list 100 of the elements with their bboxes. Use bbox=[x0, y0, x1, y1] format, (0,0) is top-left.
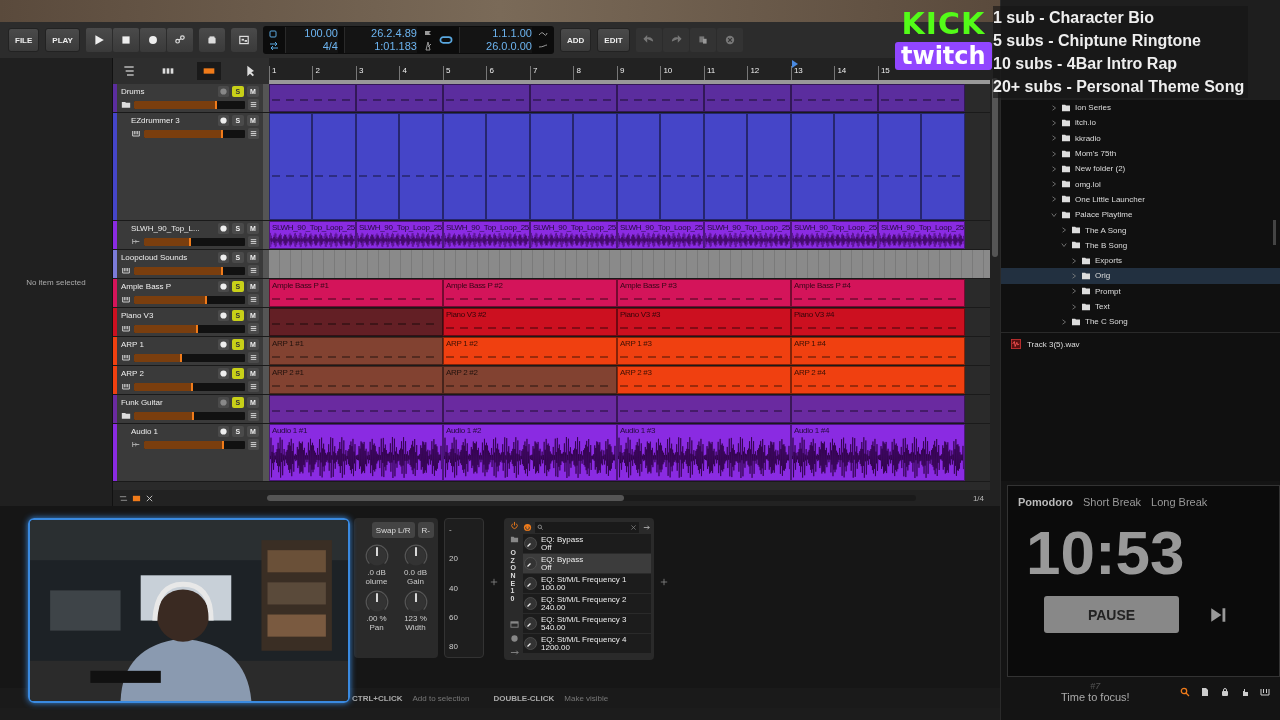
fader-fill[interactable] bbox=[143, 440, 224, 449]
parameter-row[interactable]: EQ: St/M/L Frequency 1 100.00 bbox=[523, 574, 651, 593]
folder-item[interactable]: omg.lol bbox=[1001, 176, 1280, 192]
parameter-row[interactable]: EQ: St/M/L Frequency 4 1200.00 bbox=[523, 634, 651, 653]
record-arm-icon[interactable] bbox=[217, 252, 229, 263]
record-arm-icon[interactable] bbox=[217, 115, 229, 126]
menu-button[interactable]: PLAY bbox=[45, 28, 80, 52]
clip[interactable] bbox=[529, 113, 574, 220]
clip[interactable] bbox=[268, 84, 356, 112]
clip[interactable] bbox=[616, 395, 791, 423]
close-icon[interactable] bbox=[144, 493, 154, 503]
curve-icon[interactable] bbox=[537, 29, 548, 39]
folder-item[interactable]: One Little Launcher bbox=[1001, 191, 1280, 208]
record-arm-icon[interactable] bbox=[217, 223, 229, 234]
clip[interactable] bbox=[921, 113, 965, 220]
meter-readout[interactable]: 4/4 bbox=[322, 40, 338, 53]
loop-end-readout[interactable]: 26.0.0.00 bbox=[486, 40, 532, 53]
folder-item[interactable]: New folder (2) bbox=[1001, 161, 1280, 177]
folder-item[interactable]: Exports bbox=[1001, 252, 1280, 269]
clip[interactable]: ARP 2 #4 bbox=[790, 366, 965, 394]
skip-icon[interactable] bbox=[1209, 605, 1227, 624]
record-icon[interactable] bbox=[139, 28, 166, 52]
clip[interactable] bbox=[268, 308, 443, 336]
clip[interactable]: ARP 2 #3 bbox=[616, 366, 791, 394]
folder-item[interactable]: itch.io bbox=[1001, 115, 1280, 131]
swap-icon[interactable] bbox=[118, 493, 128, 503]
timer-mode-tab[interactable]: Long Break bbox=[1149, 496, 1210, 508]
layout-icon[interactable] bbox=[131, 493, 141, 503]
fader-fill[interactable] bbox=[133, 353, 182, 362]
parameter-row[interactable]: EQ: Bypass Off bbox=[523, 534, 651, 553]
automation-icon[interactable] bbox=[166, 28, 193, 52]
clip[interactable] bbox=[312, 113, 356, 220]
folder-item[interactable]: Palace Playtime bbox=[1001, 207, 1280, 223]
swap-icon[interactable] bbox=[268, 41, 279, 51]
search-icon[interactable] bbox=[537, 523, 544, 531]
arrange-icon[interactable] bbox=[197, 62, 222, 80]
fader-fill[interactable] bbox=[143, 129, 223, 138]
record-arm-icon[interactable] bbox=[217, 426, 229, 437]
clip[interactable] bbox=[442, 395, 617, 423]
chevron-right-icon[interactable] bbox=[1051, 104, 1057, 111]
record-arm-icon[interactable] bbox=[217, 339, 229, 350]
folder-item[interactable]: Ion Series bbox=[1001, 100, 1280, 116]
clip[interactable] bbox=[616, 84, 704, 112]
stop-icon[interactable] bbox=[112, 28, 139, 52]
chevron-right-icon[interactable] bbox=[1051, 196, 1057, 203]
fader-fill[interactable] bbox=[133, 100, 218, 109]
chevron-right-icon[interactable] bbox=[1061, 318, 1067, 325]
lock-icon[interactable] bbox=[1220, 687, 1230, 697]
copy-icon[interactable] bbox=[689, 28, 716, 52]
horizontal-scrollbar[interactable] bbox=[266, 495, 916, 501]
clip[interactable] bbox=[573, 113, 617, 220]
menu-icon[interactable] bbox=[247, 236, 259, 247]
play-icon[interactable] bbox=[85, 28, 112, 52]
fader-fill[interactable] bbox=[133, 411, 194, 420]
chevron-right-icon[interactable] bbox=[1071, 303, 1077, 310]
fader-fill[interactable] bbox=[143, 237, 192, 246]
menu-icon[interactable] bbox=[247, 265, 259, 276]
add-icon[interactable] bbox=[660, 578, 668, 586]
clip[interactable] bbox=[660, 113, 704, 220]
device-button[interactable]: R- bbox=[417, 522, 434, 538]
clip[interactable]: ARP 1 #4 bbox=[790, 337, 965, 365]
parameter-row[interactable]: EQ: St/M/L Frequency 2 240.00 bbox=[523, 594, 651, 613]
curve-icon[interactable] bbox=[537, 41, 548, 51]
menu-icon[interactable] bbox=[247, 439, 259, 450]
clip[interactable]: ARP 1 #3 bbox=[616, 337, 791, 365]
chevron-right-icon[interactable] bbox=[1071, 272, 1077, 279]
record-arm-icon[interactable] bbox=[217, 310, 229, 321]
timer-mode-tab[interactable]: Short Break bbox=[1081, 496, 1144, 508]
chevron-right-icon[interactable] bbox=[1071, 257, 1077, 264]
power-icon[interactable] bbox=[509, 521, 519, 530]
device-button[interactable]: Swap L/R bbox=[371, 522, 415, 538]
folder-item[interactable]: Mom's 75th bbox=[1001, 145, 1280, 162]
window-icon[interactable] bbox=[230, 28, 257, 52]
keyboard-icon[interactable] bbox=[1260, 687, 1270, 697]
fader-fill[interactable] bbox=[133, 295, 208, 304]
knob[interactable] bbox=[364, 544, 389, 568]
chevron-right-icon[interactable] bbox=[1051, 181, 1057, 188]
clip[interactable] bbox=[268, 395, 443, 423]
clip[interactable] bbox=[703, 84, 791, 112]
chevron-right-icon[interactable] bbox=[1051, 135, 1057, 142]
chevron-right-icon[interactable] bbox=[1051, 119, 1057, 126]
fader-fill[interactable] bbox=[133, 324, 199, 333]
clip[interactable] bbox=[486, 113, 530, 220]
clip[interactable] bbox=[355, 113, 400, 220]
hand-icon[interactable] bbox=[1240, 687, 1250, 697]
time-readout[interactable]: 1:01.183 bbox=[374, 40, 417, 53]
chevron-right-icon[interactable] bbox=[1051, 150, 1057, 157]
clip[interactable]: ARP 1 #2 bbox=[442, 337, 617, 365]
add-icon[interactable] bbox=[490, 578, 498, 586]
power-icon[interactable] bbox=[523, 522, 532, 532]
chevron-down-icon[interactable] bbox=[1051, 211, 1057, 218]
clip[interactable] bbox=[399, 113, 443, 220]
clip[interactable] bbox=[790, 84, 878, 112]
clip[interactable] bbox=[442, 113, 487, 220]
folder-icon[interactable] bbox=[509, 535, 519, 544]
menu-icon[interactable] bbox=[247, 99, 259, 110]
clip[interactable] bbox=[834, 113, 878, 220]
folder-item[interactable]: kkradio bbox=[1001, 130, 1280, 146]
clip[interactable] bbox=[616, 113, 661, 220]
clip[interactable] bbox=[747, 113, 791, 220]
